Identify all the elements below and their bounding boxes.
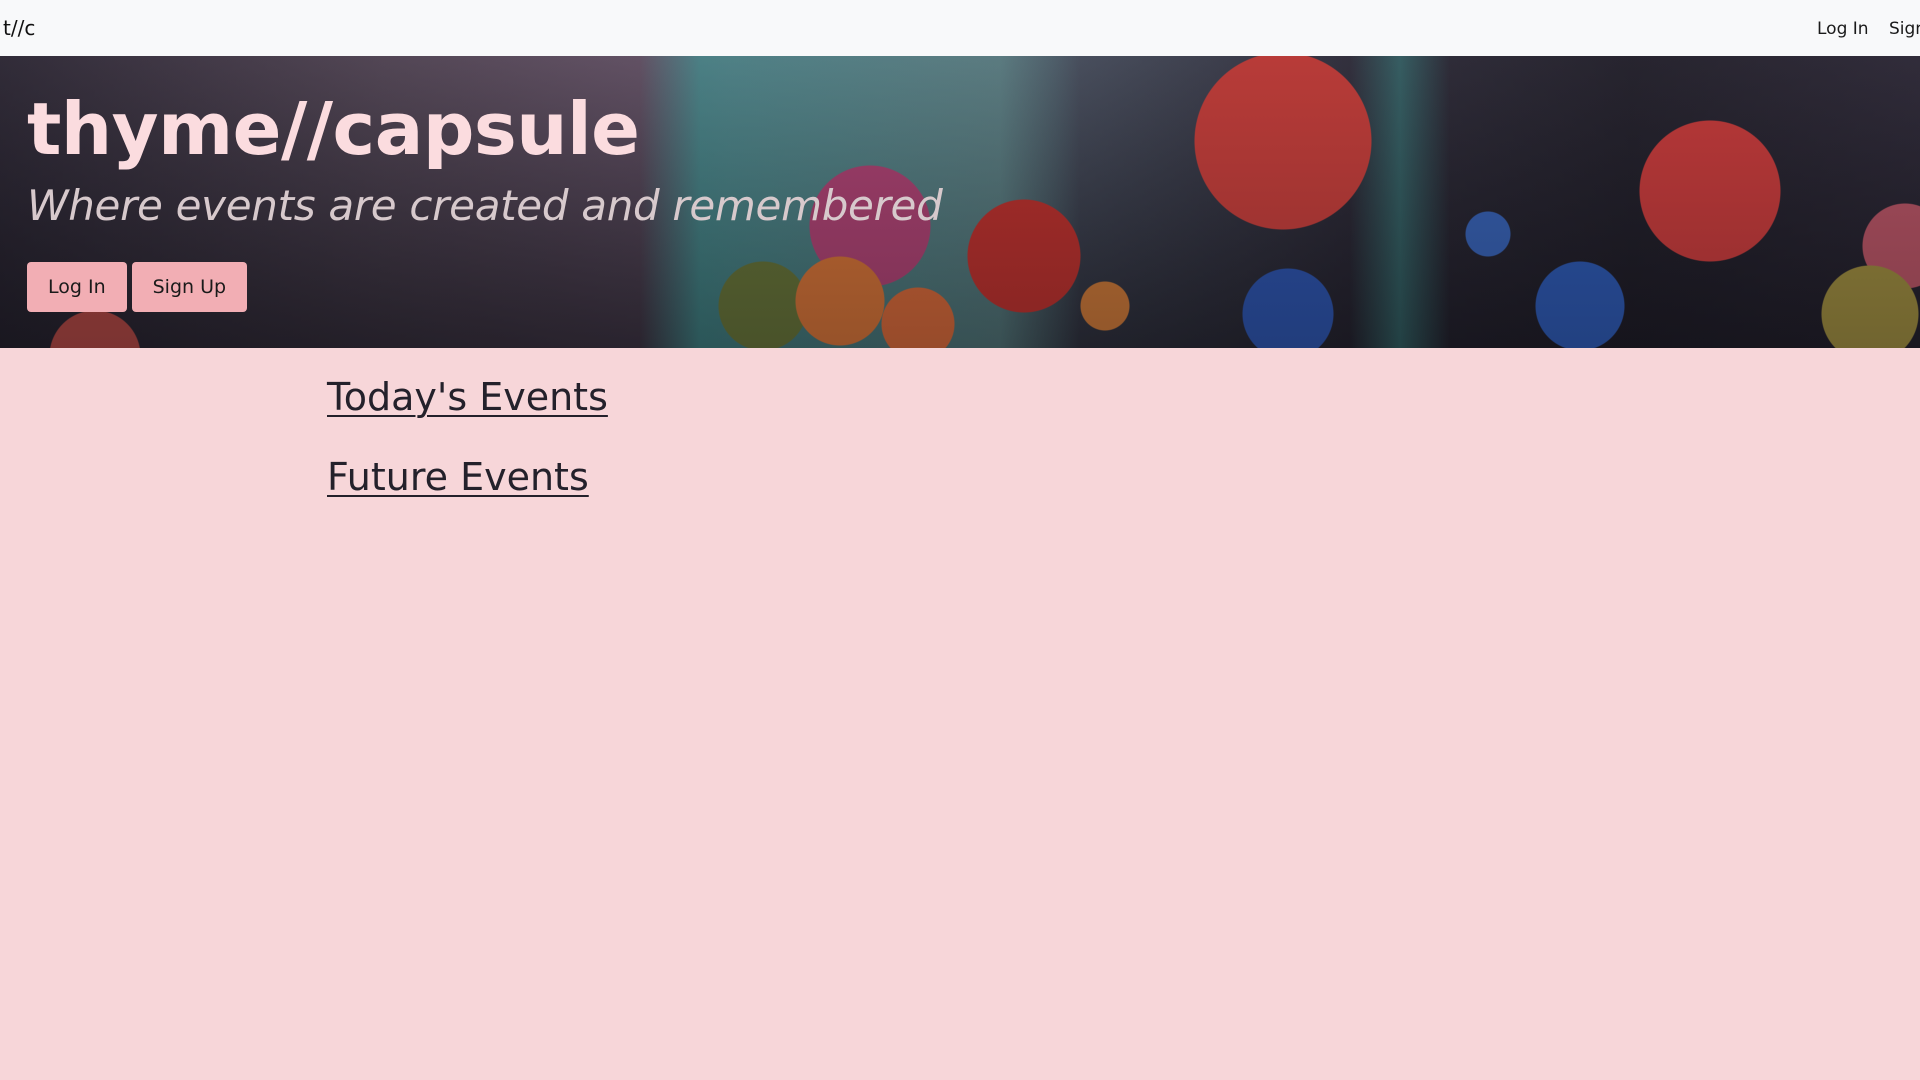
future-events-link[interactable]: Future Events (327, 452, 608, 502)
main-content: Today's Events Future Events (327, 372, 608, 502)
hero-signup-button[interactable]: Sign Up (131, 262, 248, 312)
todays-events-link[interactable]: Today's Events (327, 372, 608, 422)
top-navbar: t//c Log In Sign Up (0, 0, 1920, 56)
navbar-login-link[interactable]: Log In (1817, 19, 1869, 39)
hero-banner: thyme//capsule Where events are created … (0, 56, 1920, 348)
site-title: thyme//capsule (27, 87, 640, 171)
hero-buttons: Log In Sign Up (27, 262, 942, 312)
hero-content: thyme//capsule Where events are created … (27, 84, 943, 312)
hero-login-button[interactable]: Log In (27, 262, 127, 312)
brand-link[interactable]: t//c (3, 16, 35, 40)
navbar-links: Log In Sign Up (1817, 19, 1920, 39)
site-tagline: Where events are created and remembered (27, 181, 943, 230)
navbar-signup-link[interactable]: Sign Up (1889, 19, 1920, 39)
